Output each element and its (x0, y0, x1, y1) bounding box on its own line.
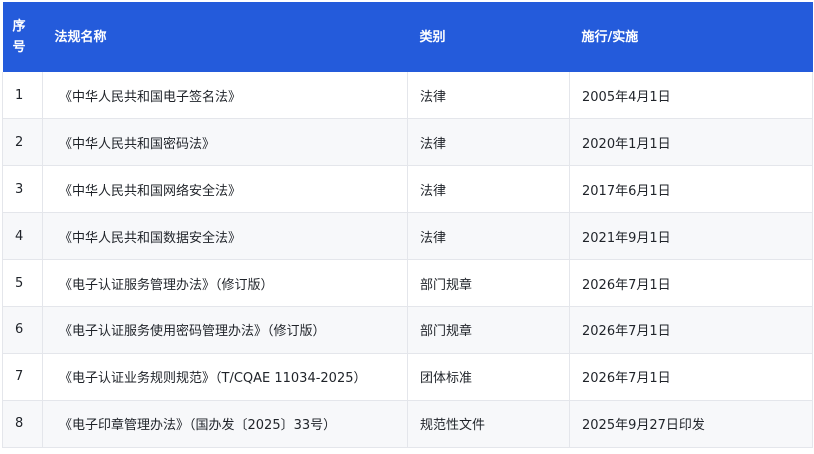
cell-effective: 2005年4月1日 (569, 72, 813, 120)
cell-effective: 2026年7月1日 (569, 353, 813, 401)
cell-seq: 4 (2, 212, 43, 261)
regulations-table-container: 序号 法规名称 类别 施行/实施 1 《中华人民共和国电子签名法》 法律 200… (2, 2, 813, 448)
cell-name: 《电子认证服务使用密码管理办法》（修订版） (42, 306, 408, 354)
header-name: 法规名称 (54, 29, 107, 45)
cell-effective: 2026年7月1日 (569, 306, 813, 354)
header-seq-label: 序号 (12, 19, 26, 55)
cell-name: 《中华人民共和国电子签名法》 (42, 72, 408, 120)
cell-effective: 2020年1月1日 (569, 118, 813, 167)
cell-category: 团体标准 (407, 353, 570, 401)
cell-name: 《电子印章管理办法》（国办发〔2025〕33号） (42, 400, 408, 448)
cell-effective: 2021年9月1日 (569, 212, 813, 261)
cell-name: 《中华人民共和国数据安全法》 (42, 212, 408, 261)
header-seq: 序号 (3, 2, 43, 72)
table-row: 5 《电子认证服务管理办法》（修订版） 部门规章 2026年7月1日 (2, 259, 813, 307)
cell-category: 法律 (407, 165, 570, 214)
table-header: 序号 法规名称 类别 施行/实施 (2, 2, 813, 72)
table-row: 3 《中华人民共和国网络安全法》 法律 2017年6月1日 (2, 165, 813, 214)
header-effective: 施行/实施 (581, 29, 639, 45)
table-row: 6 《电子认证服务使用密码管理办法》（修订版） 部门规章 2026年7月1日 (2, 306, 813, 354)
cell-seq: 5 (2, 259, 43, 307)
cell-category: 部门规章 (407, 259, 570, 307)
cell-effective: 2017年6月1日 (569, 165, 813, 214)
cell-name: 《中华人民共和国网络安全法》 (42, 165, 408, 214)
cell-name: 《中华人民共和国密码法》 (42, 118, 408, 167)
cell-name: 《电子认证业务规则规范》（T/CQAE 11034-2025） (42, 353, 408, 401)
table-body: 1 《中华人民共和国电子签名法》 法律 2005年4月1日 2 《中华人民共和国… (2, 72, 813, 448)
cell-category: 法律 (407, 118, 570, 167)
cell-seq: 7 (2, 353, 43, 401)
table-row: 1 《中华人民共和国电子签名法》 法律 2005年4月1日 (2, 72, 813, 120)
cell-seq: 8 (2, 400, 43, 448)
cell-seq: 1 (2, 72, 43, 120)
table-row: 8 《电子印章管理办法》（国办发〔2025〕33号） 规范性文件 2025年9月… (2, 400, 813, 448)
cell-category: 规范性文件 (407, 400, 570, 448)
cell-seq: 6 (2, 306, 43, 354)
cell-effective: 2025年9月27日印发 (569, 400, 813, 448)
cell-effective: 2026年7月1日 (569, 259, 813, 307)
cell-seq: 2 (2, 118, 43, 167)
header-category: 类别 (419, 29, 446, 45)
cell-seq: 3 (2, 165, 43, 214)
cell-category: 法律 (407, 72, 570, 120)
cell-name: 《电子认证服务管理办法》（修订版） (42, 259, 408, 307)
regulations-table: 序号 法规名称 类别 施行/实施 1 《中华人民共和国电子签名法》 法律 200… (2, 2, 813, 448)
cell-category: 部门规章 (407, 306, 570, 354)
header-row: 序号 法规名称 类别 施行/实施 (2, 2, 813, 72)
table-row: 4 《中华人民共和国数据安全法》 法律 2021年9月1日 (2, 212, 813, 261)
table-row: 7 《电子认证业务规则规范》（T/CQAE 11034-2025） 团体标准 2… (2, 353, 813, 401)
table-row: 2 《中华人民共和国密码法》 法律 2020年1月1日 (2, 118, 813, 167)
cell-category: 法律 (407, 212, 570, 261)
